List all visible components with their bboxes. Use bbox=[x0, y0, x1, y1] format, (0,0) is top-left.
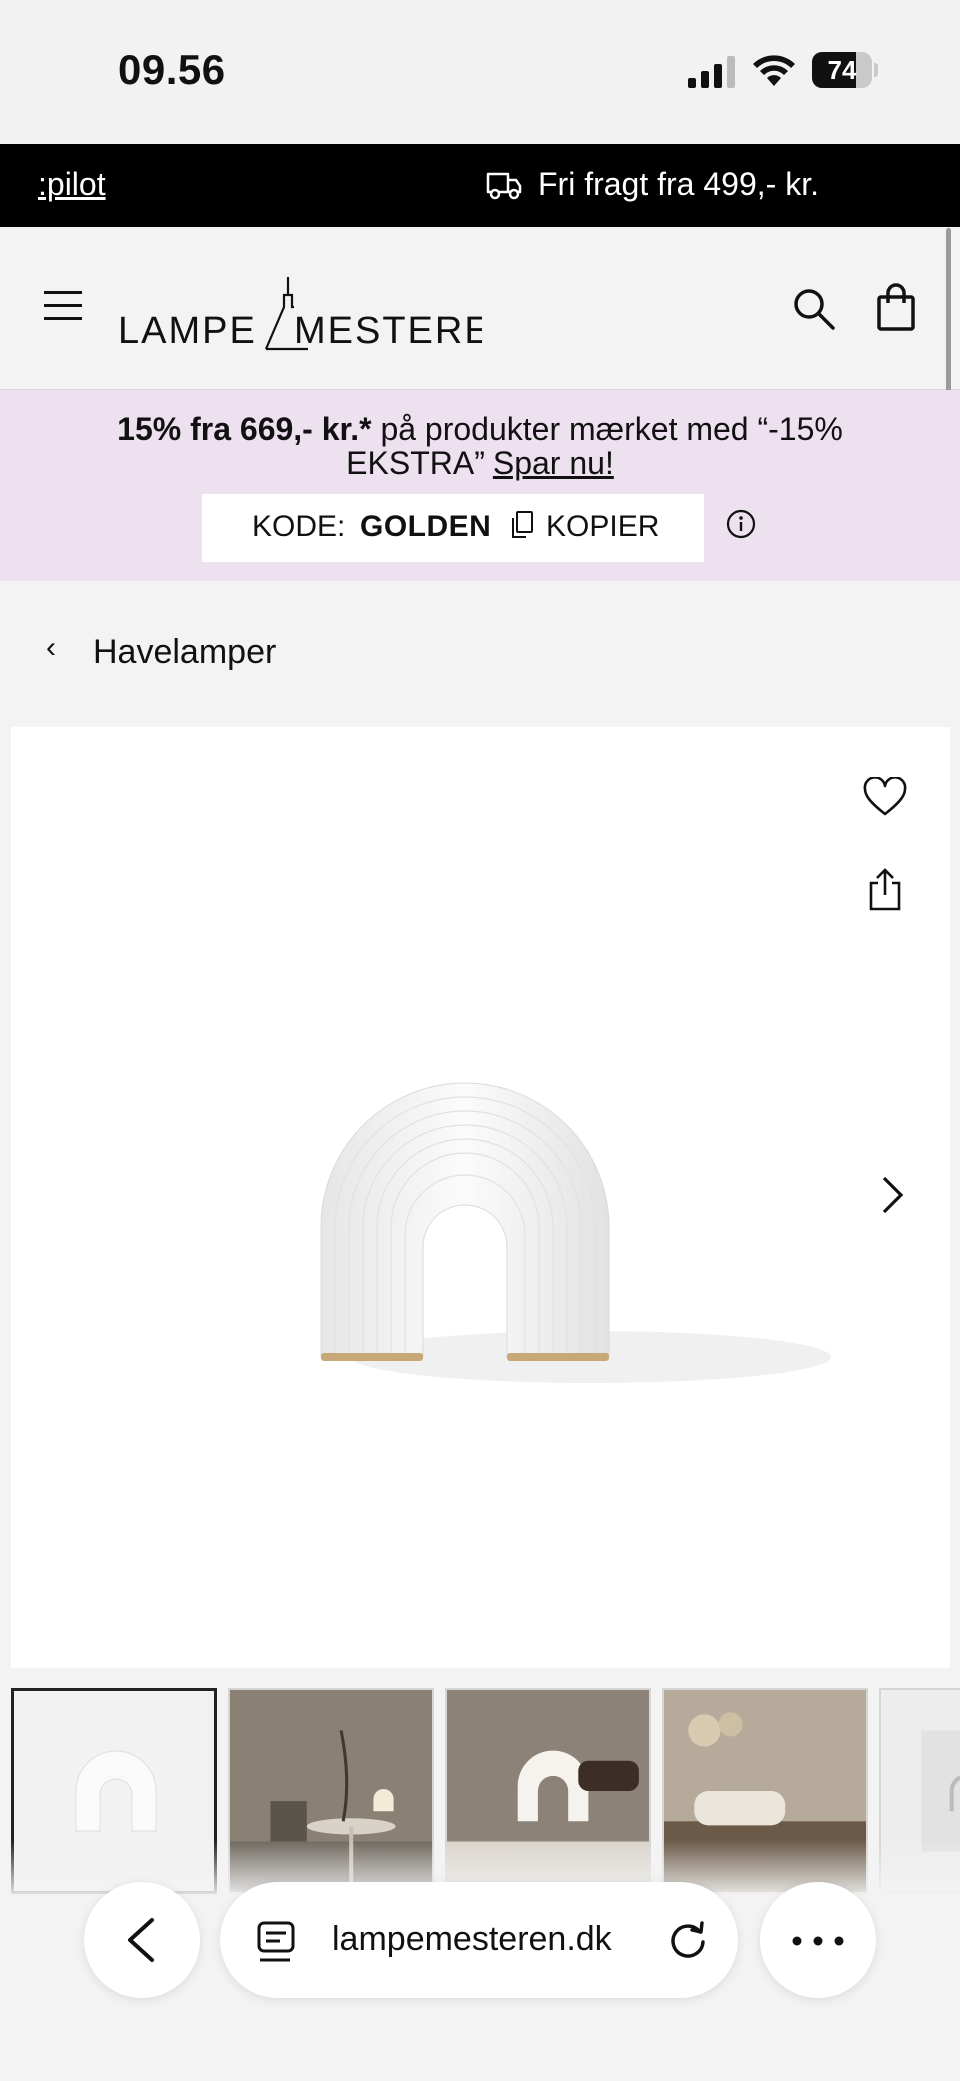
search-icon[interactable] bbox=[792, 287, 836, 331]
discount-code: GOLDEN bbox=[360, 510, 492, 543]
discount-line-2: EKSTRA” Spar nu! bbox=[0, 444, 960, 482]
battery-icon: 74 bbox=[812, 52, 878, 88]
copy-button[interactable]: KOPIER bbox=[546, 510, 659, 544]
discount-text: på produkter mærket med “-15% bbox=[371, 411, 843, 447]
url-domain[interactable]: lampemesteren.dk bbox=[332, 1920, 612, 1959]
discount-text-2: EKSTRA” bbox=[346, 445, 485, 481]
shopping-bag-icon[interactable] bbox=[876, 283, 916, 331]
save-now-link[interactable]: Spar nu! bbox=[493, 445, 614, 481]
status-bar: 09.56 74 bbox=[0, 0, 960, 144]
discount-bold-text: 15% fra 669,- kr.* bbox=[117, 411, 372, 447]
heart-icon[interactable] bbox=[863, 777, 907, 817]
promo-ticker: :pilot Fri fragt fra 499,- kr. bbox=[0, 144, 960, 227]
cellular-signal-icon bbox=[688, 56, 735, 88]
share-icon[interactable] bbox=[867, 867, 903, 911]
logo-right-text: MESTEREN bbox=[294, 310, 482, 352]
address-bar[interactable]: lampemesteren.dk bbox=[220, 1882, 738, 1998]
free-shipping-text: Fri fragt fra 499,- kr. bbox=[538, 166, 819, 202]
code-label: KODE: bbox=[252, 510, 346, 543]
copy-icon[interactable] bbox=[510, 510, 534, 540]
product-image bbox=[320, 1082, 831, 1383]
wifi-icon bbox=[753, 55, 795, 86]
logo-left-text: LAMPE bbox=[118, 310, 257, 352]
info-icon[interactable] bbox=[725, 508, 757, 540]
discount-banner: 15% fra 669,- kr.* på produkter mærket m… bbox=[0, 390, 960, 581]
breadcrumb-label[interactable]: Havelamper bbox=[93, 633, 276, 672]
ticker-link[interactable]: :pilot bbox=[38, 166, 106, 203]
more-options-button[interactable] bbox=[760, 1882, 876, 1998]
battery-percent: 74 bbox=[827, 55, 857, 85]
status-time: 09.56 bbox=[118, 46, 226, 93]
chevron-left-icon bbox=[128, 1918, 154, 1962]
product-image-gallery[interactable] bbox=[11, 727, 950, 1668]
chevron-left-icon[interactable]: ‹ bbox=[46, 631, 56, 665]
site-header: LAMPE MESTEREN bbox=[0, 227, 960, 390]
browser-toolbar: lampemesteren.dk bbox=[0, 1840, 960, 2081]
breadcrumb[interactable]: ‹ Havelamper bbox=[0, 581, 960, 727]
lampemesteren-logo[interactable]: LAMPE MESTEREN bbox=[118, 267, 482, 357]
discount-line-1: 15% fra 669,- kr.* på produkter mærket m… bbox=[0, 410, 960, 448]
chevron-right-icon[interactable] bbox=[877, 1175, 907, 1215]
back-button[interactable] bbox=[84, 1882, 200, 1998]
hamburger-menu-icon[interactable] bbox=[44, 291, 82, 321]
tab-overview-icon[interactable] bbox=[256, 1920, 296, 1964]
ellipsis-icon bbox=[792, 1936, 844, 1946]
truck-icon bbox=[486, 172, 522, 200]
reload-icon[interactable] bbox=[666, 1918, 710, 1962]
discount-code-box[interactable]: KODE: GOLDEN KOPIER bbox=[202, 494, 704, 562]
